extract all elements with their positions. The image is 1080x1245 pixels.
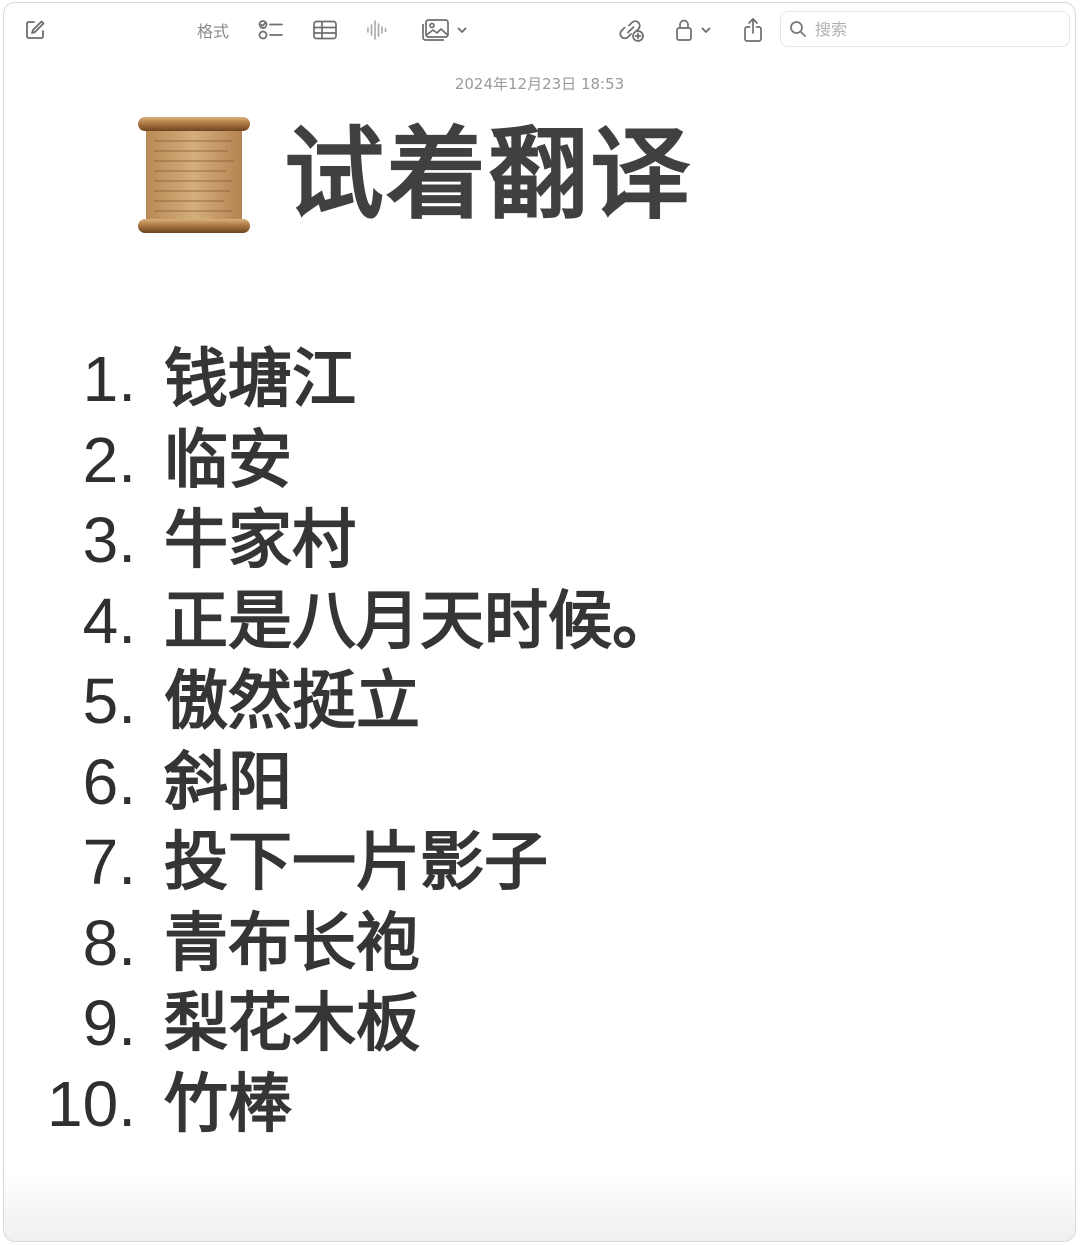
lock-icon xyxy=(676,19,692,41)
share-icon xyxy=(744,18,762,42)
bottom-fade xyxy=(4,1171,1075,1241)
list-item-number: 8. xyxy=(82,906,136,979)
checklist-icon xyxy=(258,20,283,40)
list-item-number: 2. xyxy=(82,423,136,496)
list-item-text: 钱塘江 xyxy=(164,343,356,417)
search-input[interactable] xyxy=(813,18,1057,40)
chevron-down-icon xyxy=(701,27,711,33)
media-button[interactable] xyxy=(414,13,474,47)
list-item[interactable]: 6. 斜阳 xyxy=(4,731,676,820)
list-item-text: 投下一片影子 xyxy=(164,826,548,900)
list-item-text: 临安 xyxy=(164,423,292,498)
list-item-number: 5. xyxy=(82,665,136,737)
list-item[interactable]: 1. 钱塘江 xyxy=(4,328,676,417)
chevron-down-icon xyxy=(457,27,467,33)
list-item[interactable]: 8. 青布长袍 xyxy=(4,892,676,981)
list-item[interactable]: 9. 梨花木板 xyxy=(4,972,676,1061)
list-item[interactable]: 10. 竹棒 xyxy=(4,1053,676,1142)
format-label: 格式 xyxy=(196,22,229,41)
waveform-icon xyxy=(367,20,387,40)
toolbar: 格式 xyxy=(4,3,1075,59)
list-item-number: 3. xyxy=(82,504,136,576)
list-item-text: 傲然挺立 xyxy=(164,665,420,739)
collaborate-icon xyxy=(619,20,644,42)
table-icon xyxy=(313,20,337,40)
collaborate-button[interactable] xyxy=(614,13,650,47)
list-item[interactable]: 3. 牛家村 xyxy=(4,489,676,578)
list-item[interactable]: 7. 投下一片影子 xyxy=(4,811,676,900)
compose-button[interactable] xyxy=(18,13,52,47)
list-item-text: 牛家村 xyxy=(164,504,356,578)
list-item-number: 6. xyxy=(82,745,136,818)
list-item-text: 斜阳 xyxy=(164,745,292,820)
scroll-emoji-icon xyxy=(138,117,250,233)
list-item-number: 10. xyxy=(47,1067,136,1140)
list-item-number: 7. xyxy=(82,826,136,898)
list-item-text: 梨花木板 xyxy=(164,987,420,1061)
list-item-number: 1. xyxy=(82,343,136,415)
note-title: 试着翻译 xyxy=(284,116,692,233)
list-item[interactable]: 4. 正是八月天时候。 xyxy=(4,570,676,659)
lock-button[interactable] xyxy=(668,13,718,47)
list-item-text: 青布长袍 xyxy=(164,906,420,981)
list-item-text: 竹棒 xyxy=(164,1067,292,1142)
compose-icon xyxy=(26,20,45,39)
list-item[interactable]: 2. 临安 xyxy=(4,409,676,498)
audio-button[interactable] xyxy=(360,13,394,47)
note-list: 1. 钱塘江 2. 临安 3. 牛家村 4. 正是八月天时候。 5. 傲然挺立 6. 斜阳 7. 投下一片… xyxy=(4,328,676,1142)
search-icon xyxy=(790,21,806,37)
table-button[interactable] xyxy=(308,13,342,47)
list-item-number: 9. xyxy=(82,987,136,1059)
list-item-number: 4. xyxy=(82,584,136,657)
list-item-text: 正是八月天时候。 xyxy=(164,584,676,659)
note-timestamp: 2024年12月23日 18:53 xyxy=(454,75,625,93)
search-box[interactable] xyxy=(780,11,1070,47)
notes-window: 格式 搜索 2024年12月23日 18:53 试着翻译 1. 钱塘江 2. 临… xyxy=(3,2,1076,1242)
note-title-row: 试着翻译 xyxy=(132,111,692,239)
list-item[interactable]: 5. 傲然挺立 xyxy=(4,650,676,739)
checklist-button[interactable] xyxy=(254,13,288,47)
photo-icon xyxy=(422,19,449,41)
share-button[interactable] xyxy=(736,13,770,47)
format-button[interactable]: 格式 xyxy=(188,13,238,47)
